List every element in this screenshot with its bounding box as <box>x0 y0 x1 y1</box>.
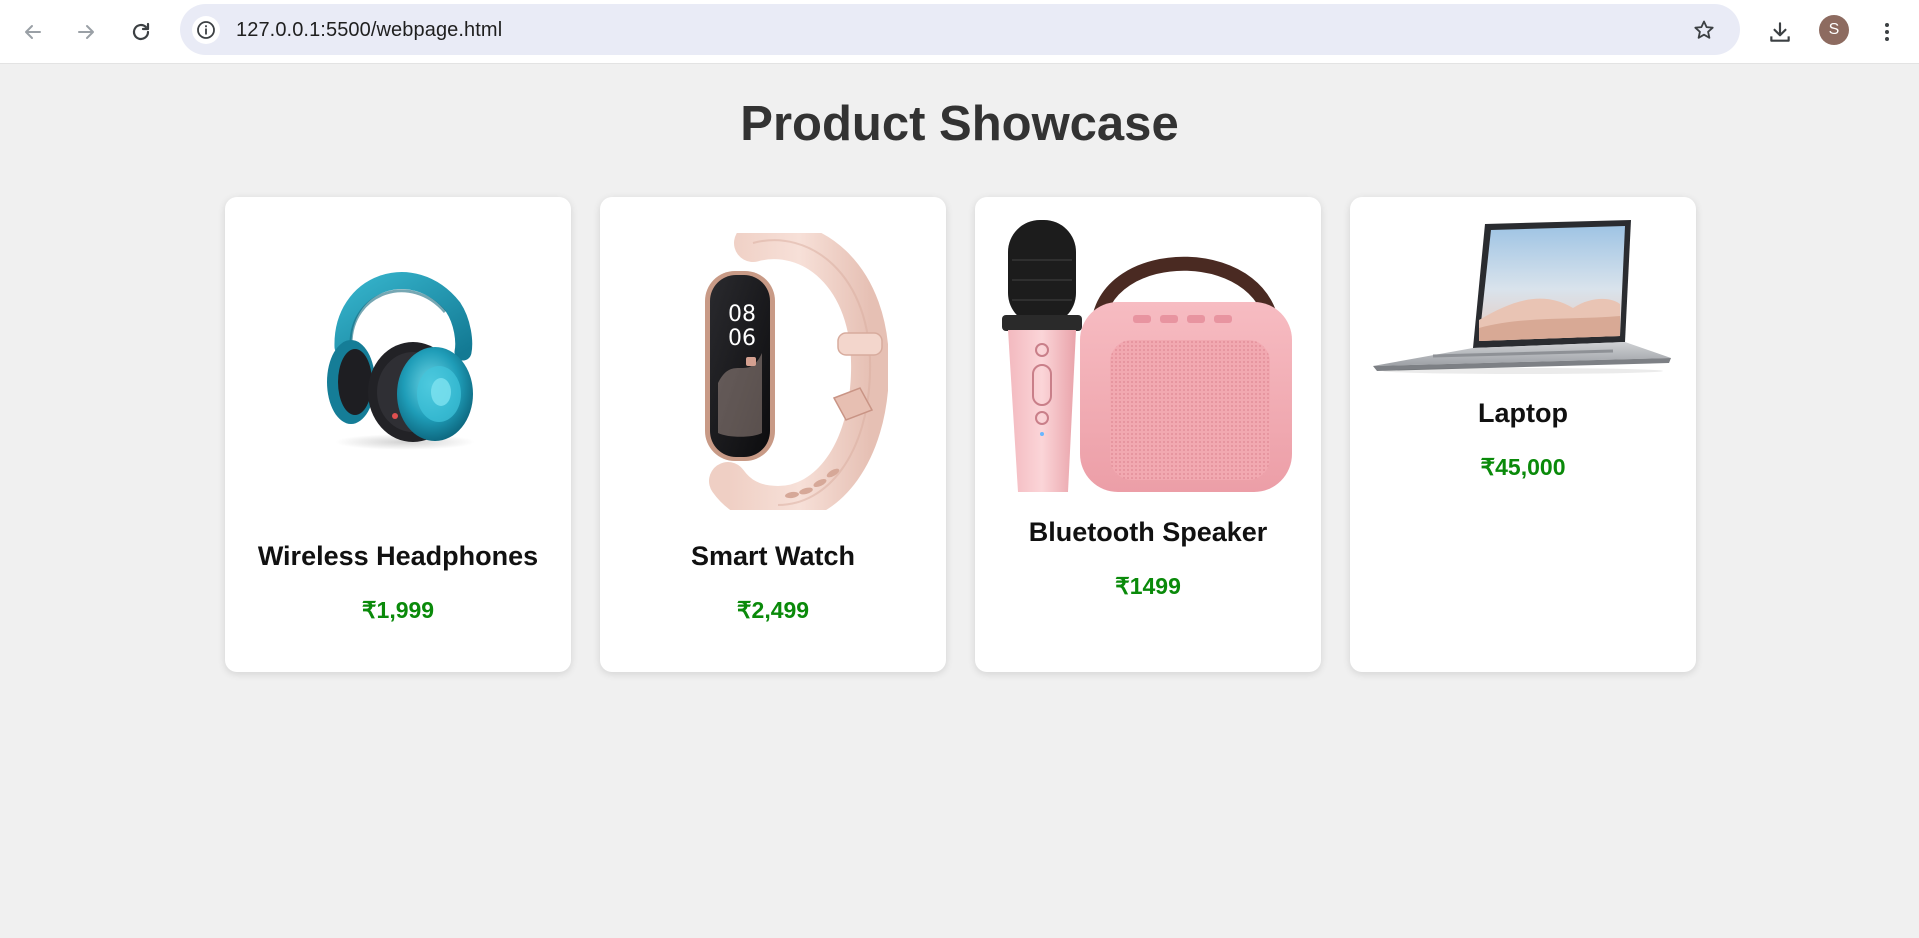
product-name: Bluetooth Speaker <box>1028 517 1268 547</box>
browser-menu-button[interactable] <box>1867 12 1907 52</box>
smart-watch-image: 08 06 <box>600 233 946 510</box>
arrow-left-icon <box>25 25 41 39</box>
vertical-dots-icon <box>1885 23 1889 41</box>
product-price: ₹2,499 <box>736 597 810 623</box>
back-button[interactable] <box>13 12 53 52</box>
reload-icon <box>132 22 150 41</box>
product-name: Laptop <box>1478 398 1568 428</box>
product-name: Wireless Headphones <box>257 541 539 571</box>
product-card-laptop[interactable]: Laptop ₹45,000 <box>1350 197 1696 672</box>
product-card-wireless-headphones[interactable]: Wireless Headphones ₹1,999 <box>225 197 571 672</box>
profile-avatar[interactable]: S <box>1819 15 1849 45</box>
bluetooth-speaker-image <box>975 220 1321 495</box>
svg-text:08: 08 <box>728 302 756 327</box>
page-title: Product Showcase <box>740 97 1179 151</box>
site-info-button[interactable] <box>192 16 220 44</box>
headphones-image <box>225 252 571 452</box>
reload-button[interactable] <box>121 12 161 52</box>
download-icon <box>1770 22 1790 42</box>
svg-text:06: 06 <box>728 326 756 351</box>
bookmark-button[interactable] <box>1690 16 1718 44</box>
address-bar[interactable]: 127.0.0.1:5500/webpage.html <box>180 4 1740 55</box>
forward-button[interactable] <box>66 12 106 52</box>
laptop-image <box>1350 220 1696 375</box>
url-text[interactable]: 127.0.0.1:5500/webpage.html <box>236 19 502 42</box>
browser-toolbar: 127.0.0.1:5500/webpage.html S <box>0 0 1919 64</box>
product-name: Smart Watch <box>690 541 856 571</box>
product-price: ₹1,999 <box>361 597 435 623</box>
product-card-smart-watch[interactable]: 08 06 Smart Watch ₹2,499 <box>600 197 946 672</box>
product-price: ₹45,000 <box>1480 454 1566 480</box>
product-card-bluetooth-speaker[interactable]: Bluetooth Speaker ₹1499 <box>975 197 1321 672</box>
downloads-button[interactable] <box>1760 12 1800 52</box>
product-price: ₹1499 <box>1115 573 1181 599</box>
arrow-right-icon <box>78 25 94 39</box>
info-icon <box>197 21 215 39</box>
star-icon <box>1694 20 1714 39</box>
